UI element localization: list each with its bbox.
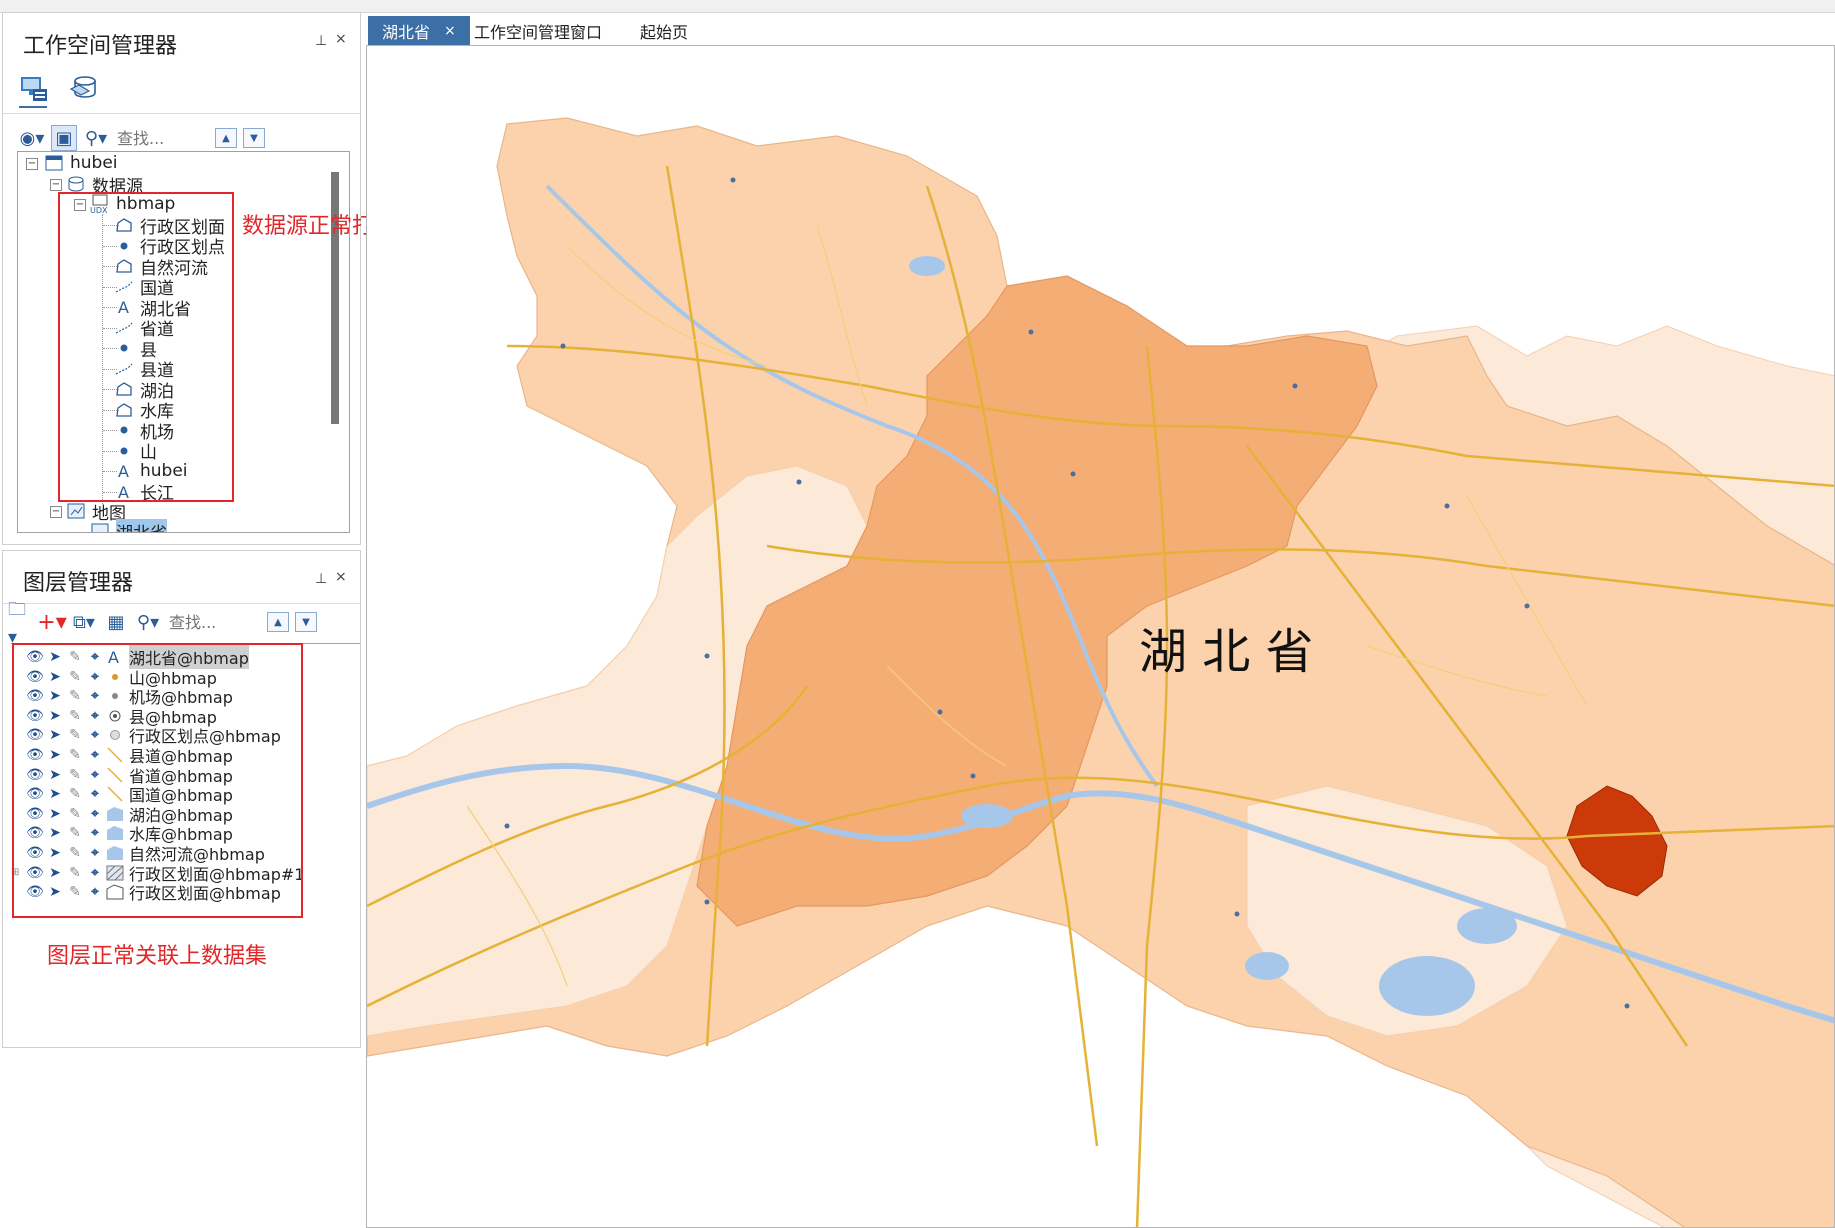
layer-pin-icon[interactable]: ⊥ (315, 571, 327, 587)
layer-search-icon[interactable]: ⚲▾ (135, 609, 161, 635)
map-county-point[interactable] (796, 479, 802, 485)
map-county-point[interactable] (1524, 603, 1530, 609)
workspace-panel-title: 工作空间管理器 (23, 34, 178, 59)
close-layer-panel-button[interactable]: × (335, 569, 347, 585)
layer-copy-icon[interactable]: ⧉▾ (71, 609, 97, 635)
tree-label-map: 湖北省 (116, 518, 167, 532)
map-icon (90, 521, 110, 532)
map-county-point[interactable] (1292, 383, 1298, 389)
map-county-point[interactable] (1624, 1003, 1630, 1009)
layer-toolbar: 🗀▾ +▾ ⧉▾ ▦ ⚲▾ ▲ ▼ (7, 599, 317, 648)
tab-start-label: 起始页 (640, 23, 689, 42)
tab-workspace-window[interactable]: 工作空间管理窗口 (460, 16, 616, 46)
tab-close-icon[interactable]: × (444, 23, 456, 39)
show-datasets-icon[interactable]: ▣ (51, 125, 77, 151)
workspace-view-underline (19, 106, 47, 108)
maps-icon (66, 501, 86, 521)
workspace-toolbar-separator (3, 113, 360, 114)
move-up-button[interactable]: ▲ (215, 128, 237, 148)
map-canvas[interactable]: 湖 北 省 (367, 46, 1835, 1228)
tab-workspace-label: 工作空间管理窗口 (474, 23, 603, 42)
view-mode-icon[interactable]: ◉▾ (19, 125, 45, 151)
map-county-point[interactable] (1444, 503, 1450, 509)
layer-search-input[interactable] (167, 611, 261, 633)
add-layer-icon[interactable]: +▾ (37, 609, 66, 635)
workspace-toolbar: ◉▾ ▣ ⚲▾ ▲ ▼ (19, 123, 265, 153)
new-layer-group-icon[interactable]: 🗀▾ (7, 599, 33, 648)
expander-maps[interactable]: − (50, 506, 62, 518)
map-county-point[interactable] (1070, 471, 1076, 477)
tree-node-map[interactable]: 湖北省 (90, 518, 167, 532)
layer-move-up-button[interactable]: ▲ (267, 612, 289, 632)
map-lake-1 (1379, 956, 1475, 1016)
layer-annotation-box (12, 643, 303, 918)
map-reservoir (1245, 952, 1289, 980)
map-lake-4 (909, 256, 945, 276)
map-lake-3 (961, 804, 1013, 828)
map-lake-2 (1457, 908, 1517, 944)
move-down-button[interactable]: ▼ (243, 128, 265, 148)
datasources-icon (66, 174, 86, 194)
expander-hubei[interactable]: − (26, 158, 38, 170)
close-workspace-panel-button[interactable]: × (335, 31, 347, 47)
workspace-icon (44, 153, 64, 173)
layer-panel-title: 图层管理器 (23, 571, 134, 596)
map-county-point[interactable] (1234, 911, 1240, 917)
tab-hubei-label: 湖北省 (382, 23, 431, 42)
map-county-point[interactable] (560, 343, 566, 349)
map-province-label: 湖 北 省 (1139, 624, 1314, 680)
workspace-view-icon[interactable] (19, 73, 49, 103)
map-county-point[interactable] (970, 773, 976, 779)
expander-datasources[interactable]: − (50, 179, 62, 191)
map-county-point[interactable] (704, 899, 710, 905)
map-county-point[interactable] (504, 823, 510, 829)
layer-properties-icon[interactable]: ▦ (103, 609, 129, 635)
workspace-search-input[interactable] (115, 127, 209, 149)
pin-icon[interactable]: ⊥ (315, 33, 327, 49)
map-county-point[interactable] (730, 177, 736, 183)
map-county-point[interactable] (1028, 329, 1034, 335)
tab-start-page[interactable]: 起始页 (626, 16, 702, 46)
search-icon[interactable]: ⚲▾ (83, 125, 109, 151)
layer-move-down-button[interactable]: ▼ (295, 612, 317, 632)
map-county-point[interactable] (937, 709, 943, 715)
datasource-annotation-box (58, 192, 234, 502)
tab-hubei-map[interactable]: 湖北省 × (368, 16, 470, 46)
map-window[interactable]: 湖 北 省 (366, 45, 1835, 1228)
layer-annotation-text: 图层正常关联上数据集 (47, 944, 268, 969)
layer-toolbar-separator (3, 603, 360, 604)
map-county-point[interactable] (704, 653, 710, 659)
tree-label-workspace: hubei (70, 153, 118, 173)
database-view-icon[interactable] (69, 73, 99, 103)
